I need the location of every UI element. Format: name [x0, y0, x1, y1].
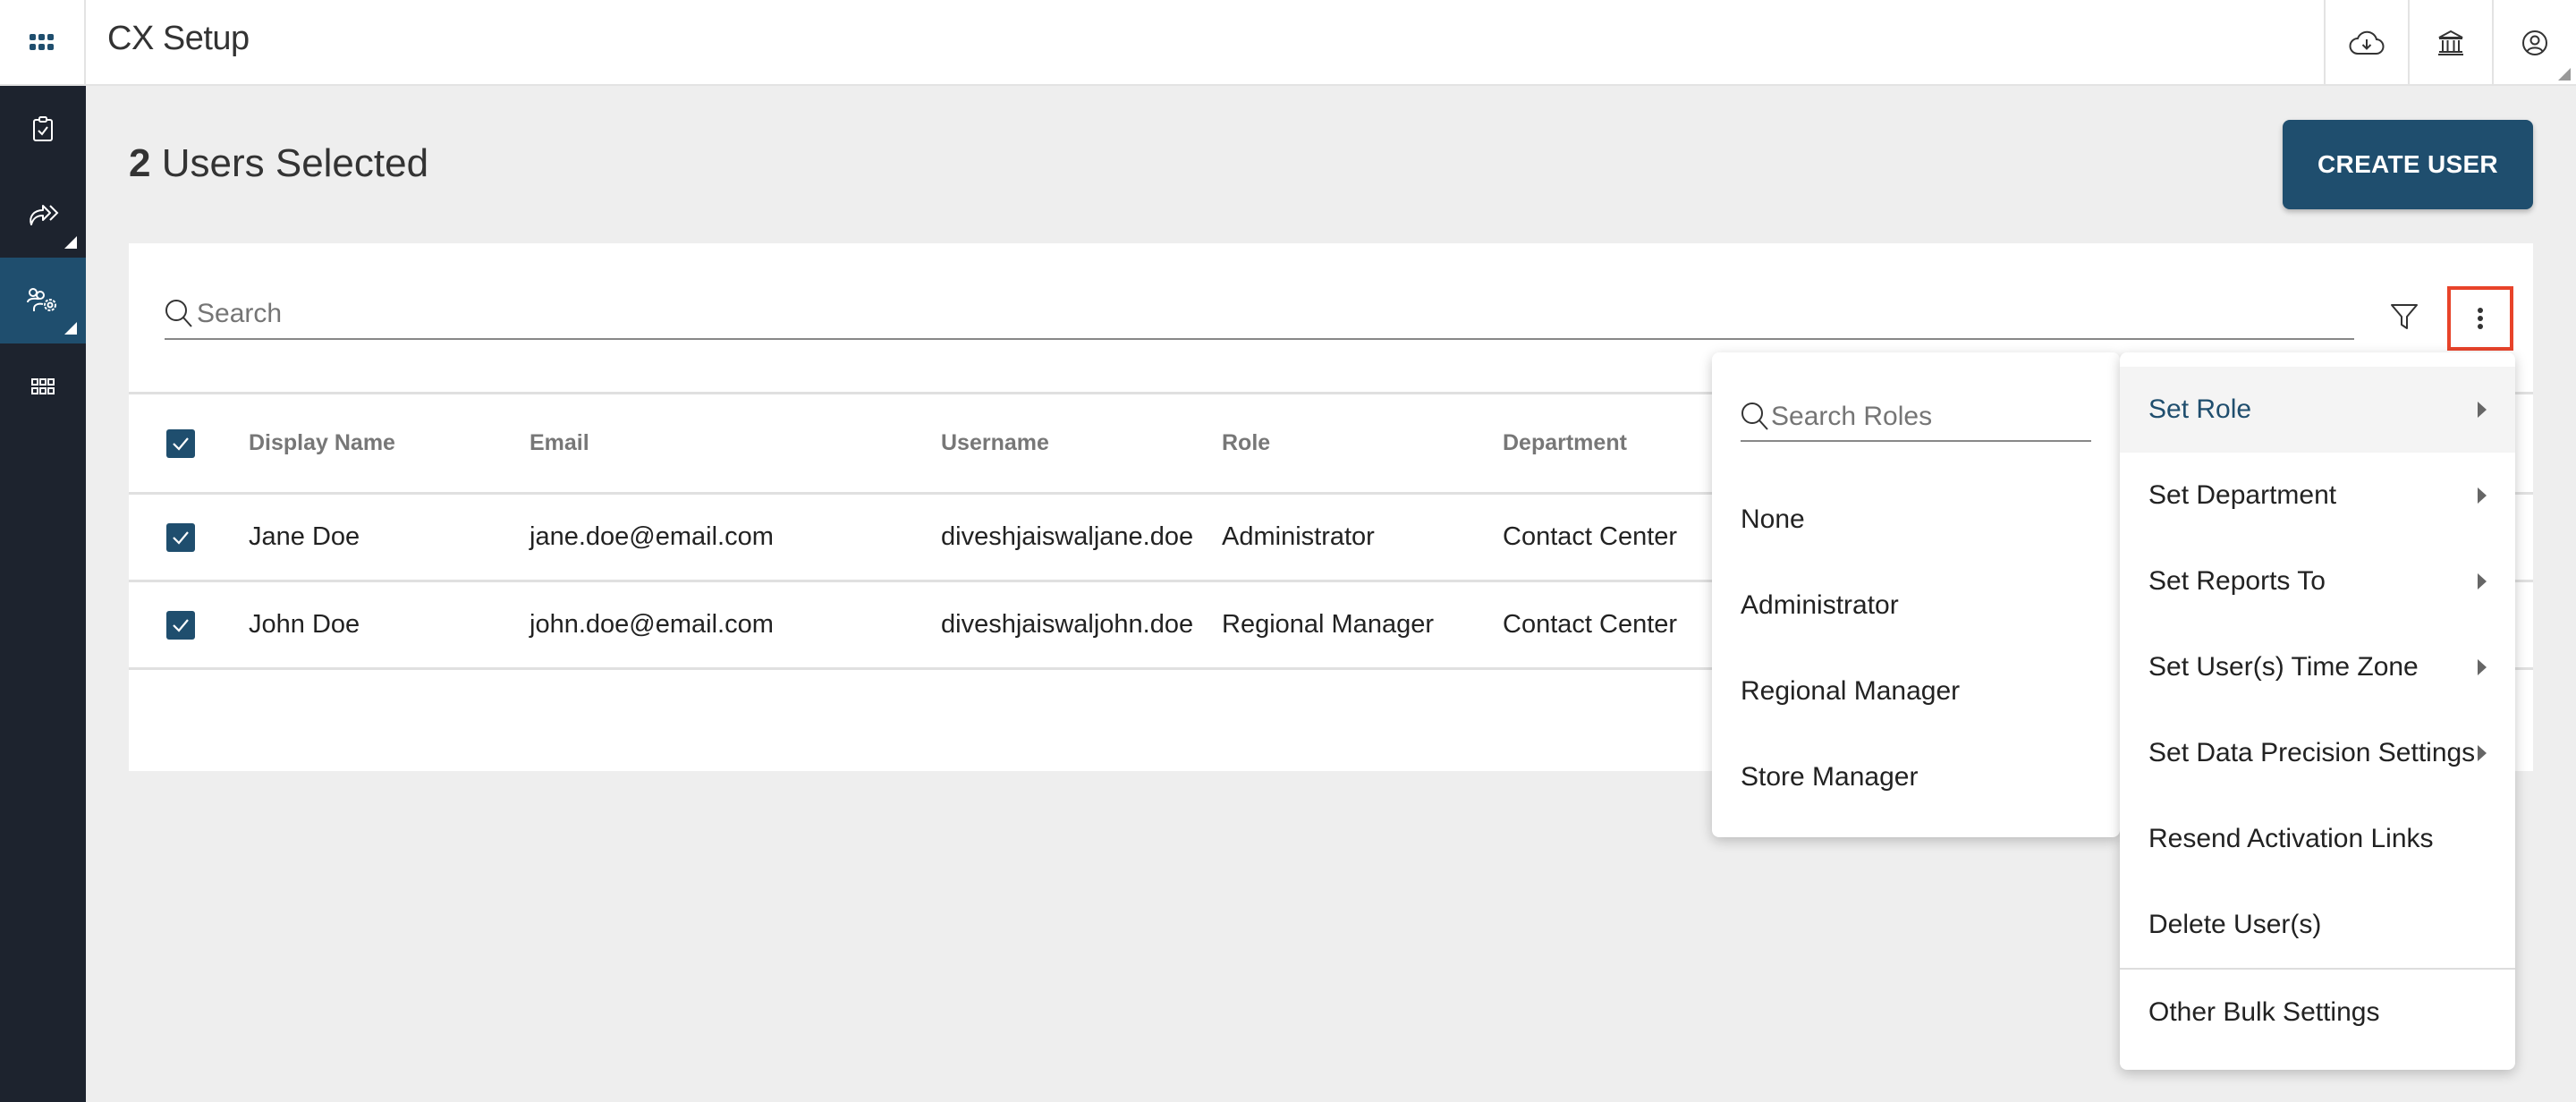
menu-item-set-reports-to[interactable]: Set Reports To: [2120, 538, 2515, 624]
select-all-checkbox[interactable]: [166, 428, 195, 458]
more-actions-button[interactable]: [2447, 286, 2513, 351]
sidebar-item-tasks[interactable]: [0, 86, 86, 172]
menu-item-label: Delete User(s): [2148, 910, 2322, 939]
row-checkbox[interactable]: [166, 522, 195, 552]
cloud-download-icon: [2349, 30, 2385, 55]
search-icon: [165, 300, 192, 327]
menu-item-label: Set Role: [2148, 394, 2252, 424]
chevron-right-icon: [2478, 487, 2487, 504]
menu-item-resend-activation[interactable]: Resend Activation Links: [2120, 796, 2515, 882]
institution-button[interactable]: [2408, 0, 2492, 86]
chevron-right-icon: [2478, 573, 2487, 589]
cell-role: Regional Manager: [1222, 610, 1434, 639]
bank-icon: [2438, 30, 2463, 55]
roles-search-field[interactable]: [1741, 394, 2091, 442]
checkmark-icon: [173, 530, 189, 545]
cell-username: diveshjaiswaljane.doe: [941, 522, 1194, 551]
search-field[interactable]: [165, 290, 2354, 340]
menu-item-set-data-precision[interactable]: Set Data Precision Settings: [2120, 710, 2515, 796]
sidebar: [0, 86, 86, 1102]
menu-item-other-bulk-settings[interactable]: Other Bulk Settings: [2120, 970, 2515, 1055]
column-header-department[interactable]: Department: [1503, 430, 1627, 456]
cell-display-name: Jane Doe: [249, 522, 360, 551]
cell-email: jane.doe@email.com: [530, 522, 774, 551]
checkmark-icon: [173, 618, 189, 632]
menu-item-set-role[interactable]: Set Role: [2120, 367, 2515, 453]
users-settings-icon: [27, 288, 56, 311]
cell-email: john.doe@email.com: [530, 610, 774, 639]
cell-department: Contact Center: [1503, 610, 1678, 639]
menu-item-delete-users[interactable]: Delete User(s): [2120, 882, 2515, 968]
download-button[interactable]: [2324, 0, 2408, 86]
column-header-display-name[interactable]: Display Name: [249, 430, 395, 456]
app-grid-icon: [30, 34, 54, 50]
menu-item-label: Set Department: [2148, 480, 2337, 510]
column-header-username[interactable]: Username: [941, 430, 1049, 456]
cell-display-name: John Doe: [249, 610, 360, 639]
selected-label: Users Selected: [161, 141, 429, 185]
checkmark-icon: [173, 437, 189, 451]
forward-share-icon: [30, 205, 59, 225]
role-option-regional-manager[interactable]: Regional Manager: [1741, 676, 1960, 707]
menu-corner-indicator: [2558, 68, 2571, 81]
menu-item-set-department[interactable]: Set Department: [2120, 453, 2515, 538]
clipboard-check-icon: [33, 116, 53, 141]
filter-button[interactable]: [2386, 299, 2422, 335]
menu-item-label: Set Reports To: [2148, 566, 2326, 596]
chevron-right-icon: [2478, 402, 2487, 418]
menu-item-label: Set User(s) Time Zone: [2148, 652, 2419, 682]
column-header-role[interactable]: Role: [1222, 430, 1270, 456]
menu-item-set-time-zone[interactable]: Set User(s) Time Zone: [2120, 624, 2515, 710]
app-launcher-button[interactable]: [0, 0, 86, 86]
selected-count: 2: [129, 141, 151, 185]
expand-indicator: [64, 236, 77, 249]
user-account-button[interactable]: [2492, 0, 2576, 86]
chevron-right-icon: [2478, 659, 2487, 675]
sidebar-item-user-settings[interactable]: [0, 258, 86, 343]
row-checkbox[interactable]: [166, 610, 195, 640]
chevron-right-icon: [2478, 745, 2487, 761]
apps-grid-icon: [31, 378, 55, 394]
create-user-button[interactable]: CREATE USER: [2283, 120, 2533, 209]
role-option-administrator[interactable]: Administrator: [1741, 590, 1899, 621]
roles-submenu: None Administrator Regional Manager Stor…: [1712, 352, 2120, 837]
top-bar: CX Setup: [0, 0, 2576, 86]
sidebar-item-routing[interactable]: [0, 172, 86, 258]
menu-item-label: Set Data Precision Settings: [2148, 738, 2476, 767]
app-title: CX Setup: [107, 20, 250, 57]
bulk-actions-menu: Set Role Set Department Set Reports To S…: [2120, 352, 2515, 1070]
kebab-menu-icon: [2478, 308, 2483, 329]
search-icon: [1741, 403, 1768, 430]
cell-username: diveshjaiswaljohn.doe: [941, 610, 1194, 639]
menu-item-label: Other Bulk Settings: [2148, 997, 2380, 1027]
filter-icon: [2391, 304, 2418, 329]
roles-search-input[interactable]: [1771, 402, 2075, 432]
page-title: 2 Users Selected: [129, 141, 428, 186]
cell-department: Contact Center: [1503, 522, 1678, 551]
user-account-icon: [2522, 30, 2547, 55]
search-input[interactable]: [197, 299, 2254, 329]
role-option-none[interactable]: None: [1741, 504, 1805, 535]
column-header-email[interactable]: Email: [530, 430, 589, 456]
cell-role: Administrator: [1222, 522, 1375, 551]
menu-item-label: Resend Activation Links: [2148, 824, 2434, 853]
sidebar-item-apps[interactable]: [0, 343, 86, 429]
role-option-store-manager[interactable]: Store Manager: [1741, 762, 1918, 793]
expand-indicator: [64, 322, 77, 335]
